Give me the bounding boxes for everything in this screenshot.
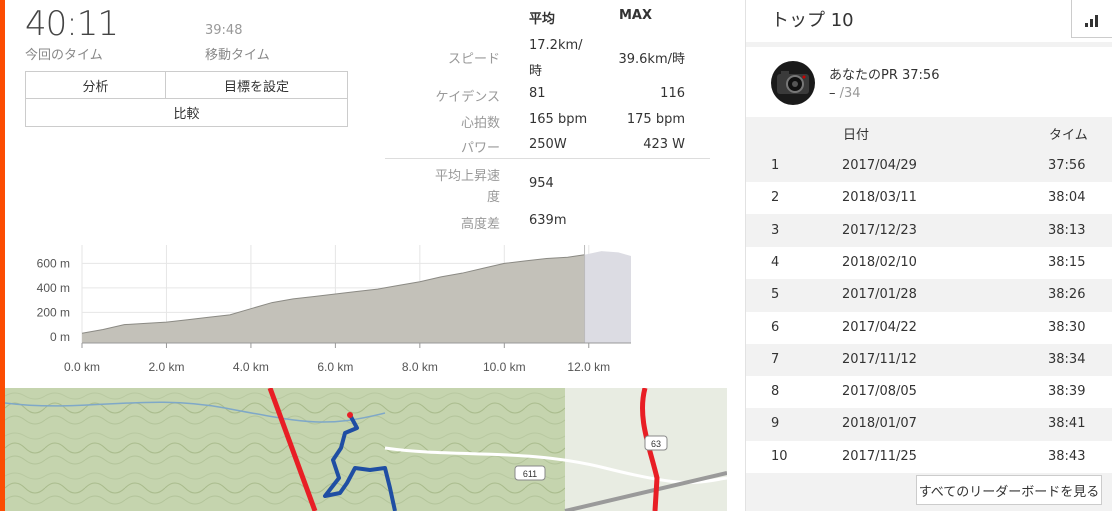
camera-icon [777, 71, 809, 94]
moving-time: 39:48 [205, 23, 243, 38]
row-time: 38:39 [1048, 384, 1086, 400]
chart-toggle-button[interactable] [1071, 0, 1112, 38]
table-row[interactable]: 3 2017/12/23 38:13 [746, 215, 1112, 247]
route-start-marker [347, 412, 353, 418]
row-rank: 1 [771, 158, 780, 173]
row-time: 37:56 [1048, 158, 1086, 173]
stat-max-cadence: 116 [660, 86, 685, 101]
moving-label: 移動タイム [205, 48, 270, 63]
stat-max-power: 423 W [643, 137, 685, 152]
stat-label-elev: 高度差 [460, 217, 500, 232]
table-row[interactable]: 1 2017/04/29 37:56 [746, 150, 1112, 182]
x-tick-label: 10.0 km [483, 360, 526, 374]
row-time: 38:41 [1048, 416, 1086, 432]
set-goal-button[interactable]: 目標を設定 [165, 71, 348, 99]
row-rank: 6 [771, 319, 780, 335]
row-date: 2018/03/11 [842, 190, 917, 206]
row-date: 2017/04/29 [842, 158, 917, 173]
row-rank: 7 [771, 351, 780, 367]
table-row[interactable]: 2 2018/03/11 38:04 [746, 182, 1112, 215]
row-rank: 5 [771, 287, 780, 303]
map-canvas: 611 63 [5, 388, 727, 511]
row-time: 38:43 [1048, 448, 1086, 464]
row-time: 38:34 [1048, 351, 1086, 367]
table-row[interactable]: 5 2017/01/28 38:26 [746, 279, 1112, 311]
road-label-611: 611 [523, 469, 537, 479]
table-row[interactable]: 9 2018/01/07 38:41 [746, 408, 1112, 440]
pr-rank-total: /34 [839, 86, 861, 101]
pr-rank: – /34 [829, 86, 861, 101]
x-tick-label: 6.0 km [317, 360, 353, 374]
stat-value-climb: 954 [529, 176, 554, 191]
pr-rank-value: – [829, 86, 836, 101]
row-time: 38:30 [1048, 319, 1086, 335]
row-date: 2017/11/12 [842, 351, 917, 367]
leaderboard-header: トップ 10 [746, 0, 1112, 42]
stat-max-heartrate: 175 bpm [626, 112, 685, 127]
row-rank: 8 [771, 384, 780, 400]
personal-record: あなたのPR 37:56 – /34 [746, 47, 1112, 117]
leaderboard-title: トップ 10 [771, 10, 854, 31]
y-tick-label: 600 m [37, 256, 70, 270]
x-tick-label: 8.0 km [402, 360, 438, 374]
row-date: 2017/11/25 [842, 448, 917, 464]
row-date: 2017/04/22 [842, 319, 917, 335]
row-date: 2018/02/10 [842, 254, 917, 270]
row-date: 2017/12/23 [842, 222, 917, 238]
table-row[interactable]: 7 2017/11/12 38:34 [746, 344, 1112, 376]
stats-divider [385, 158, 710, 159]
row-time: 38:26 [1048, 287, 1086, 303]
table-row[interactable]: 4 2018/02/10 38:15 [746, 246, 1112, 279]
stat-value-elev: 639m [529, 213, 567, 228]
column-date: 日付 [843, 128, 870, 143]
x-tick-label: 0.0 km [64, 360, 100, 374]
stat-max-speed: 39.6km/時 [618, 52, 685, 67]
y-tick-label: 200 m [37, 305, 70, 319]
x-tick-label: 4.0 km [233, 360, 269, 374]
table-row[interactable]: 10 2017/11/25 38:43 [746, 440, 1112, 473]
row-date: 2017/08/05 [842, 384, 917, 400]
row-rank: 4 [771, 254, 780, 270]
elapsed-label: 今回のタイム [25, 48, 103, 63]
pr-label: あなたのPR 37:56 [829, 68, 940, 83]
row-rank: 2 [771, 190, 780, 206]
row-date: 2017/01/28 [842, 287, 917, 303]
table-row[interactable]: 6 2017/04/22 38:30 [746, 311, 1112, 344]
y-tick-label: 400 m [37, 281, 70, 295]
bar-chart-icon [1084, 15, 1098, 27]
x-tick-label: 2.0 km [148, 360, 184, 374]
elevation-chart[interactable]: 0.0 km 2.0 km 4.0 km 6.0 km 8.0 km 10.0 km 12.… [0, 235, 740, 385]
stats-head-avg: 平均 [529, 12, 556, 27]
row-time: 38:13 [1048, 222, 1086, 238]
elevation-area-remaining [584, 251, 631, 343]
leaderboard-panel: トップ 10 あなたのPR 37:56 – /34 日付 タイム 1 2017/0… [745, 0, 1112, 511]
route-map[interactable]: 611 63 [5, 388, 727, 511]
row-rank: 9 [771, 416, 780, 432]
elapsed-time: 40:11 [25, 4, 119, 44]
stats-head-max: MAX [619, 8, 653, 23]
avatar[interactable] [771, 61, 815, 105]
row-time: 38:04 [1048, 190, 1086, 206]
table-row[interactable]: 8 2017/08/05 38:39 [746, 376, 1112, 409]
row-rank: 3 [771, 222, 780, 238]
road-label-63: 63 [651, 439, 661, 449]
view-all-leaderboards-button[interactable]: すべてのリーダーボードを見る [916, 475, 1102, 505]
row-date: 2018/01/07 [842, 416, 917, 432]
x-tick-label: 12.0 km [567, 360, 610, 374]
row-rank: 10 [771, 448, 788, 464]
y-tick-label: 0 m [50, 330, 70, 344]
column-time: タイム [1049, 128, 1088, 143]
stat-label-climb-l1: 平均上昇速 [434, 169, 500, 184]
compare-button[interactable]: 比較 [25, 98, 348, 127]
stat-label-climb-l2: 度 [486, 190, 500, 205]
elevation-area [82, 254, 585, 343]
analysis-button[interactable]: 分析 [25, 71, 166, 99]
row-time: 38:15 [1048, 254, 1086, 270]
